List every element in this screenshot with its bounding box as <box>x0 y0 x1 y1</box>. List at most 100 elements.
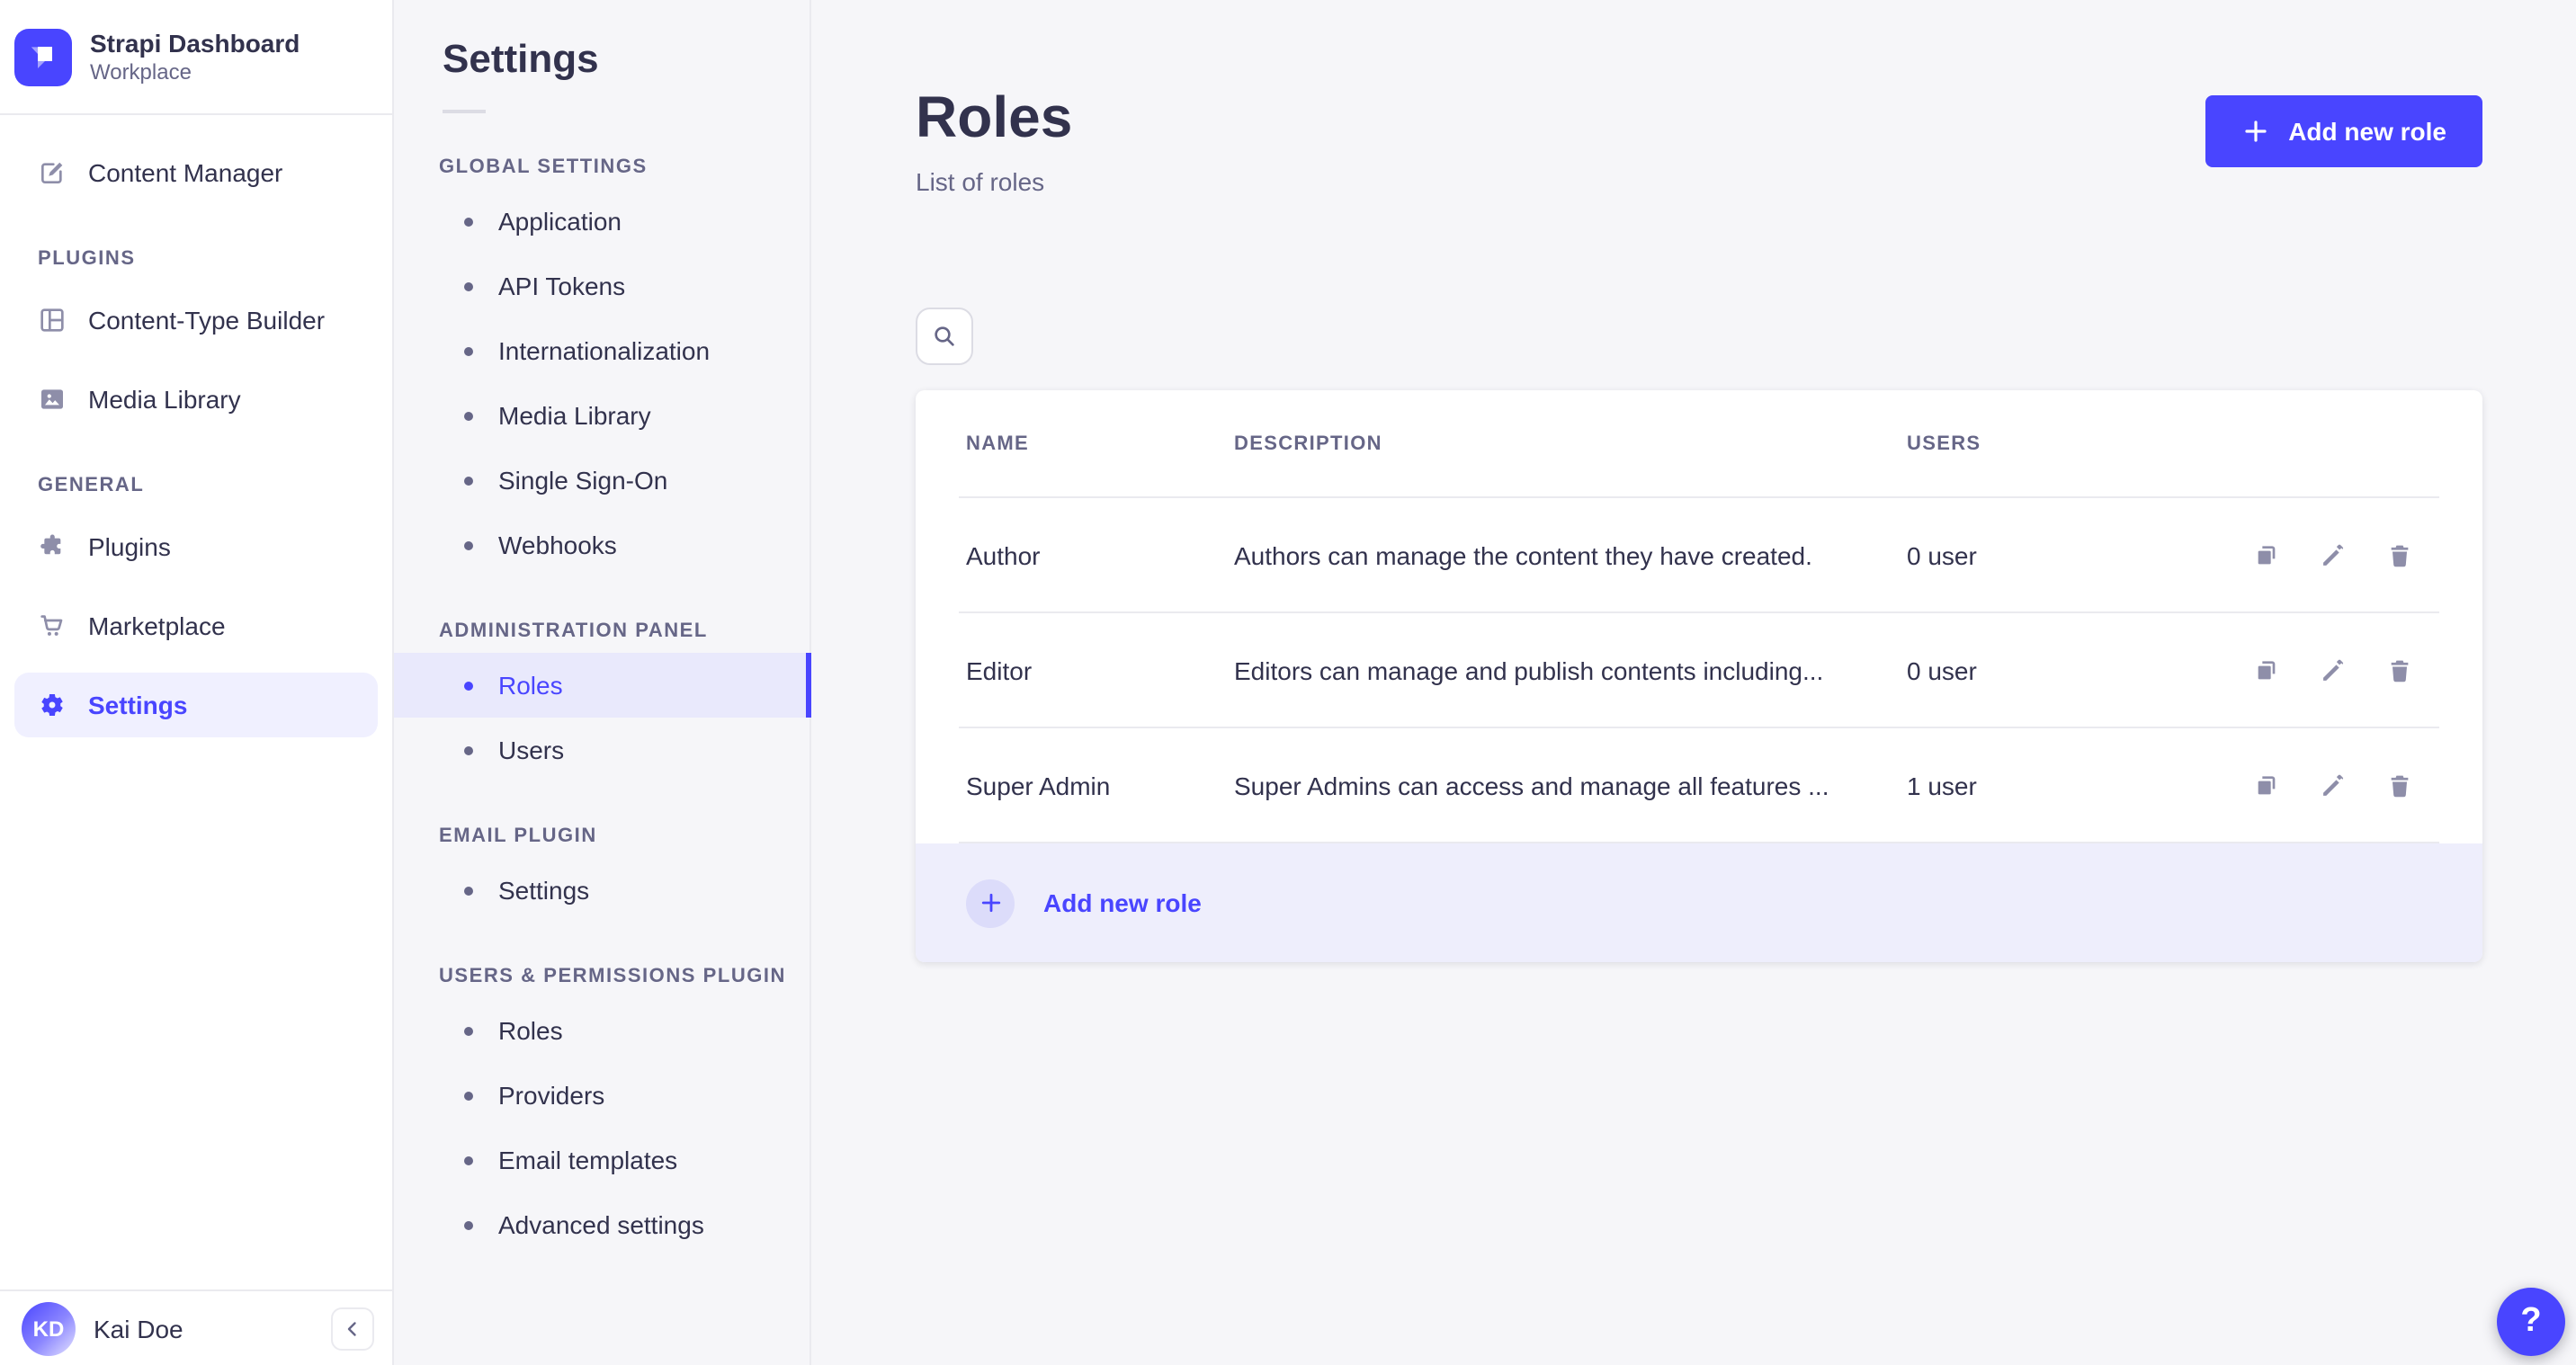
role-description: Super Admins can access and manage all f… <box>1234 772 1829 800</box>
bullet-icon <box>464 886 473 895</box>
subnav-item-label: API Tokens <box>498 272 626 300</box>
duplicate-role-button[interactable] <box>2252 772 2281 800</box>
sidebar-footer: KD Kai Doe <box>0 1289 392 1365</box>
subnav-group-email-plugin: EMAIL PLUGIN <box>439 825 597 847</box>
subnav-item-label: Email templates <box>498 1146 678 1174</box>
sidebar-item-label: Settings <box>88 691 188 719</box>
search-button[interactable] <box>916 308 973 365</box>
bullet-icon <box>464 1091 473 1100</box>
subnav-item-media-library[interactable]: Media Library <box>394 383 809 448</box>
table-row-editor[interactable]: Editor Editors can manage and publish co… <box>916 613 2482 728</box>
role-users-count: 1 user <box>1907 772 1977 800</box>
bullet-icon <box>464 745 473 754</box>
edit-role-button[interactable] <box>2319 772 2348 800</box>
row-actions <box>2252 772 2432 800</box>
bullet-icon <box>464 540 473 549</box>
subnav-item-roles-admin[interactable]: Roles <box>394 653 811 718</box>
sidebar-item-label: Marketplace <box>88 611 226 640</box>
subnav-item-application[interactable]: Application <box>394 189 809 254</box>
sidebar-item-marketplace[interactable]: Marketplace <box>14 593 378 658</box>
subnav-item-users-admin[interactable]: Users <box>394 718 809 782</box>
subnav-item-advanced-settings[interactable]: Advanced settings <box>394 1192 809 1257</box>
sidebar-item-content-type-builder[interactable]: Content-Type Builder <box>14 288 378 352</box>
bullet-icon <box>464 1026 473 1035</box>
help-button[interactable]: ? <box>2497 1288 2565 1356</box>
bullet-icon <box>464 281 473 290</box>
delete-role-button[interactable] <box>2385 656 2414 685</box>
shopping-cart-icon <box>40 615 63 638</box>
delete-role-button[interactable] <box>2385 541 2414 570</box>
subnav-item-label: Application <box>498 207 622 236</box>
role-description: Editors can manage and publish contents … <box>1234 656 1824 685</box>
bullet-icon <box>464 1220 473 1229</box>
table-row-author[interactable]: Author Authors can manage the content th… <box>916 498 2482 613</box>
bullet-icon <box>464 411 473 420</box>
subnav-item-webhooks[interactable]: Webhooks <box>394 513 809 577</box>
trash-icon <box>2391 660 2409 682</box>
app-title: Strapi Dashboard <box>90 28 300 58</box>
page-title: Roles <box>916 85 1073 149</box>
strapi-logo-icon <box>14 28 72 85</box>
table-header-row: NAME DESCRIPTION USERS <box>916 390 2482 498</box>
subnav-item-providers[interactable]: Providers <box>394 1063 809 1128</box>
settings-subnav: Settings GLOBAL SETTINGS Application API… <box>394 0 811 1365</box>
edit-role-button[interactable] <box>2319 656 2348 685</box>
role-description: Authors can manage the content they have… <box>1234 541 1812 570</box>
user-name: Kai Doe <box>94 1314 183 1343</box>
page-header: Roles List of roles Add new role <box>916 85 2482 196</box>
subnav-item-api-tokens[interactable]: API Tokens <box>394 254 809 318</box>
app-subtitle: Workplace <box>90 59 192 85</box>
role-name: Author <box>966 541 1041 570</box>
subnav-item-label: Internationalization <box>498 336 711 365</box>
pencil-icon <box>2323 774 2344 796</box>
feather-pen-icon <box>40 161 64 184</box>
bullet-icon <box>464 346 473 355</box>
subnav-item-single-sign-on[interactable]: Single Sign-On <box>394 448 809 513</box>
sidebar-item-plugins[interactable]: Plugins <box>14 514 378 579</box>
picture-icon <box>41 389 63 409</box>
subnav-item-label: Media Library <box>498 401 651 430</box>
sidebar-item-settings[interactable]: Settings <box>14 673 378 737</box>
subnav-item-internationalization[interactable]: Internationalization <box>394 318 809 383</box>
pencil-icon <box>2323 659 2344 681</box>
pencil-icon <box>2323 544 2344 566</box>
column-header-name: NAME <box>966 433 1030 455</box>
layout-grid-icon <box>40 308 64 332</box>
bullet-icon <box>464 1155 473 1164</box>
add-new-role-row-button[interactable]: Add new role <box>916 843 2482 962</box>
search-icon <box>935 326 954 346</box>
delete-role-button[interactable] <box>2385 772 2414 800</box>
add-new-role-button-label: Add new role <box>2288 117 2446 146</box>
subnav-item-label: Webhooks <box>498 531 617 559</box>
add-new-role-button[interactable]: Add new role <box>2205 95 2482 167</box>
column-header-users: USERS <box>1907 433 1981 455</box>
workspace-header[interactable]: Strapi Dashboard Workplace <box>0 0 392 115</box>
chevron-left-icon <box>347 1321 356 1335</box>
duplicate-icon <box>2257 661 2276 681</box>
subnav-item-label: Roles <box>498 1016 563 1045</box>
avatar[interactable]: KD <box>22 1301 76 1355</box>
bullet-icon <box>464 217 473 226</box>
bullet-icon <box>464 681 473 690</box>
role-name: Editor <box>966 656 1033 685</box>
roles-table-card: NAME DESCRIPTION USERS Author Authors ca… <box>916 390 2482 962</box>
role-users-count: 0 user <box>1907 656 1977 685</box>
role-name: Super Admin <box>966 772 1111 800</box>
table-row-super-admin[interactable]: Super Admin Super Admins can access and … <box>916 728 2482 843</box>
trash-icon <box>2391 775 2409 798</box>
subnav-item-email-settings[interactable]: Settings <box>394 858 809 923</box>
sidebar-item-media-library[interactable]: Media Library <box>14 367 378 432</box>
subnav-item-roles-up[interactable]: Roles <box>394 998 809 1063</box>
collapse-sidebar-button[interactable] <box>331 1307 374 1350</box>
edit-role-button[interactable] <box>2319 541 2348 570</box>
subnav-item-label: Single Sign-On <box>498 466 668 495</box>
subnav-item-email-templates[interactable]: Email templates <box>394 1128 809 1192</box>
duplicate-role-button[interactable] <box>2252 656 2281 685</box>
sidebar-item-label: Content-Type Builder <box>88 306 326 335</box>
duplicate-icon <box>2257 776 2276 796</box>
subnav-item-label: Settings <box>498 876 590 905</box>
subnav-group-users-permissions-plugin: USERS & PERMISSIONS PLUGIN <box>439 966 786 987</box>
sidebar-item-label: Plugins <box>88 532 171 561</box>
sidebar-item-content-manager[interactable]: Content Manager <box>14 140 378 205</box>
duplicate-role-button[interactable] <box>2252 541 2281 570</box>
